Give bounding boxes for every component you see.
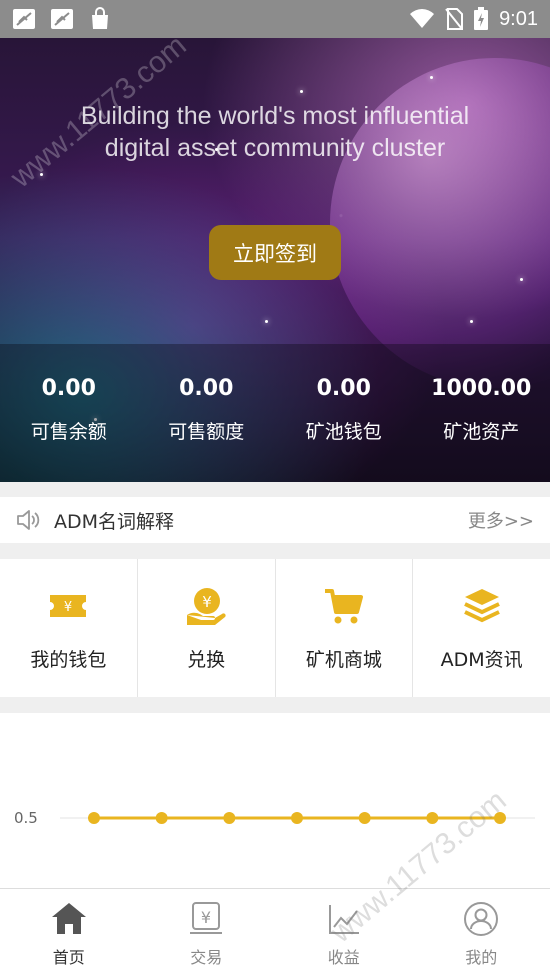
yen-trade-icon: ¥ [190,902,223,934]
menu-item-label: 兑换 [187,648,226,671]
stat-value: 0.00 [179,376,234,401]
hero-banner: Building the world's most influential di… [0,38,550,482]
stat-value: 0.00 [41,376,96,401]
data-point[interactable] [291,812,303,824]
tab-home[interactable]: 首页 [0,889,138,979]
menu-item-wallet[interactable]: ¥ 我的钱包 [0,559,138,697]
menu-item-miner-store[interactable]: 矿机商城 [276,559,414,697]
layers-icon [463,588,500,622]
data-point[interactable] [358,812,371,824]
bottom-nav: 首页 ¥ 交易 收益 我的 [0,888,550,979]
data-point[interactable] [155,812,168,824]
tab-label: 交易 [190,948,223,967]
tab-profile[interactable]: 我的 [413,889,550,979]
menu-item-adm-news[interactable]: ADM资讯 [413,559,550,697]
hero-slogan: Building the world's most influential di… [0,100,550,164]
battery-icon [474,7,489,30]
tab-earnings[interactable]: 收益 [275,889,413,979]
user-icon [464,902,499,936]
data-point[interactable] [88,812,100,824]
clock: 9:01 [499,7,538,30]
stat-sellable-quota[interactable]: 0.00 可售额度 [138,344,276,482]
chart-icon [328,905,359,934]
checkin-button[interactable]: 立即签到 [209,225,341,280]
wifi-icon [410,9,435,28]
status-bar: 9:01 [0,0,550,38]
speaker-icon [17,510,40,530]
stat-pool-assets[interactable]: 1000.00 矿池资产 [413,344,550,482]
hero-slogan-line1: Building the world's most influential [80,102,470,130]
line-chart: 0.5 [14,809,535,827]
y-tick-label: 0.5 [14,809,38,827]
menu-item-exchange[interactable]: ¥ 兑换 [138,559,276,697]
tab-trade[interactable]: ¥ 交易 [138,889,276,979]
stat-label: 矿池资产 [443,421,520,443]
menu-item-label: 我的钱包 [30,648,107,671]
menu-item-label: 矿机商城 [305,648,382,671]
earnings-chart: 0.5 [0,713,550,888]
tab-label: 收益 [327,948,360,967]
home-icon [51,903,86,934]
svg-text:¥: ¥ [202,593,212,611]
data-point[interactable] [494,812,506,824]
more-link[interactable]: 更多>> [468,507,534,533]
stat-value: 0.00 [316,376,371,401]
app-screen: 9:01 Building the world's most influenti… [0,0,550,979]
shopping-bag-icon [92,7,108,29]
svg-text:¥: ¥ [201,908,211,927]
tab-label: 我的 [465,948,498,967]
asset-stats: 0.00 可售余额 0.00 可售额度 0.00 矿池钱包 1000.00 矿池… [0,344,550,482]
stat-label: 矿池钱包 [305,421,382,443]
stat-label: 可售额度 [168,421,245,443]
stat-sellable-balance[interactable]: 0.00 可售余额 [0,344,138,482]
menu-item-label: ADM资讯 [440,648,523,671]
ticket-icon: ¥ [50,594,87,617]
cart-icon [324,588,363,623]
quick-menu: ¥ 我的钱包 ¥ 兑换 矿机商城 ADM资讯 [0,559,550,697]
tab-label: 首页 [52,948,85,967]
yen-coin-hand-icon: ¥ [187,587,226,625]
notice-title: ADM名词解释 [54,510,175,533]
svg-text:¥: ¥ [64,600,72,615]
stat-pool-wallet[interactable]: 0.00 矿池钱包 [275,344,413,482]
stat-value: 1000.00 [431,376,532,401]
data-point[interactable] [426,812,439,824]
stat-label: 可售余额 [30,421,107,443]
notice-bar[interactable]: ADM名词解释 更多>> [0,497,550,543]
no-sim-icon [445,8,464,30]
signal-off-icon [51,9,73,29]
data-point[interactable] [223,812,236,824]
signal-off-icon [13,9,35,29]
hero-slogan-line2: digital asset community cluster [104,134,446,162]
